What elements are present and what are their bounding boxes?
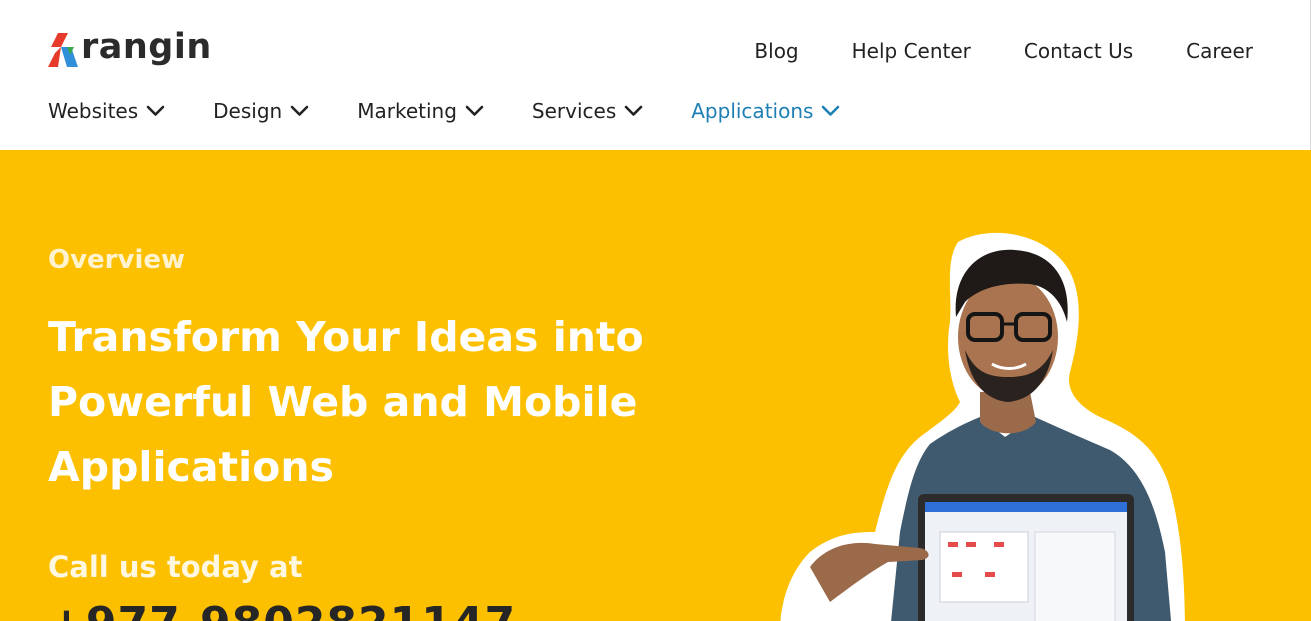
chevron-down-icon [624, 105, 643, 116]
nav-item-label: Websites [48, 99, 139, 123]
top-link-help-center[interactable]: Help Center [852, 38, 971, 64]
nav-item-websites[interactable]: Websites [48, 98, 165, 124]
nav-item-label: Marketing [357, 99, 457, 123]
hero-cta-label: Call us today at [48, 550, 303, 584]
chevron-down-icon [290, 105, 309, 116]
chevron-down-icon [822, 105, 840, 116]
main-nav: Websites Design Marketing Services Appli… [48, 98, 888, 124]
chevron-down-icon [146, 105, 165, 116]
nav-item-label: Design [213, 99, 283, 123]
hero-section: Overview Transform Your Ideas into Power… [0, 150, 1311, 621]
hero-headline: Transform Your Ideas into Powerful Web a… [48, 313, 644, 491]
brand-name: rangin [81, 27, 212, 67]
site-header: rangin Blog Help Center Contact Us Caree… [0, 0, 1311, 150]
hero-eyebrow: Overview [48, 245, 186, 275]
nav-item-services[interactable]: Services [532, 98, 643, 124]
chevron-down-icon [465, 105, 484, 116]
top-link-contact-us[interactable]: Contact Us [1024, 38, 1133, 64]
nav-item-label: Applications [691, 99, 814, 123]
nav-item-marketing[interactable]: Marketing [357, 98, 484, 124]
brand-logo[interactable]: rangin [48, 27, 212, 68]
nav-item-design[interactable]: Design [213, 98, 309, 124]
top-link-blog[interactable]: Blog [754, 38, 798, 64]
person-with-laptop-image [780, 232, 1185, 621]
top-link-career[interactable]: Career [1186, 38, 1253, 64]
top-links: Blog Help Center Contact Us Career [701, 38, 1253, 64]
nav-item-label: Services [531, 99, 617, 123]
rangin-logo-icon [48, 33, 78, 67]
hero-phone-link[interactable]: +977-9802821147 [48, 598, 516, 621]
nav-item-applications[interactable]: Applications [691, 98, 840, 124]
